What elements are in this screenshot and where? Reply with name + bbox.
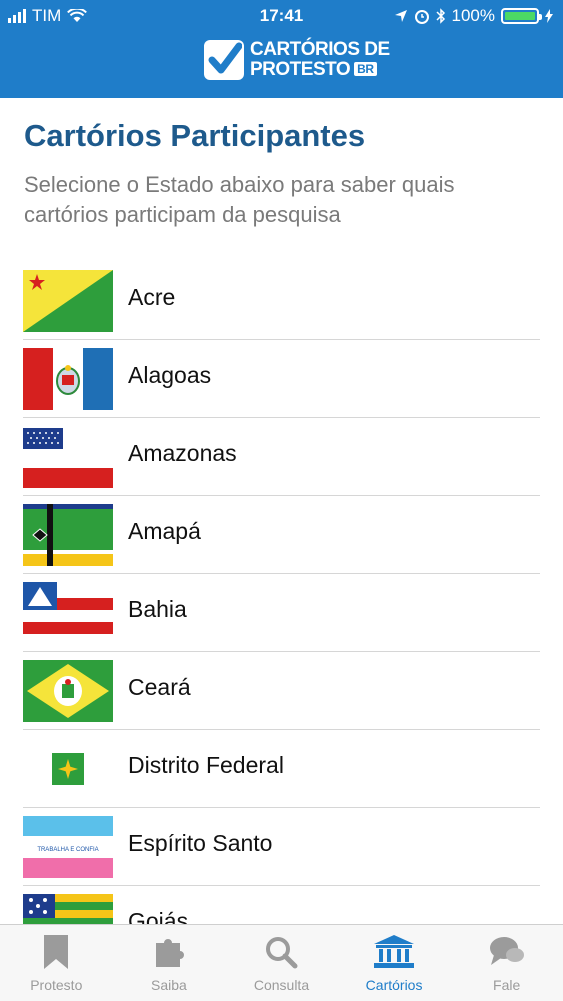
state-name: Distrito Federal [128, 752, 284, 778]
page-title: Cartórios Participantes [24, 118, 366, 153]
logo-line-1: CARTÓRIOS DE [250, 39, 390, 60]
state-name: Acre [128, 284, 176, 310]
charging-icon [545, 9, 553, 23]
bluetooth-icon [435, 8, 445, 24]
list-item-bahia[interactable]: Bahia [0, 574, 563, 652]
list-item-ceara[interactable]: Ceará [0, 652, 563, 730]
tab-protesto[interactable]: Protesto [0, 925, 113, 1001]
building-icon [374, 935, 415, 968]
list-item-acre[interactable]: Acre [0, 262, 563, 340]
state-name: Bahia [128, 596, 187, 622]
state-name: Alagoas [128, 362, 212, 388]
search-icon [266, 937, 298, 969]
tab-label: Consulta [253, 977, 310, 993]
state-name: Amazonas [128, 440, 237, 466]
battery-percent: 100% [451, 6, 495, 25]
flag-amapa-icon [23, 504, 113, 566]
flag-amazonas-icon [23, 426, 113, 488]
logo-badge: BR [354, 62, 377, 76]
flag-es-icon: TRABALHA E CONFIA [23, 816, 113, 878]
tab-label: Fale [493, 977, 521, 993]
status-right: 100% [394, 6, 553, 26]
list-item-amapa[interactable]: Amapá [0, 496, 563, 574]
flag-alagoas-icon [23, 348, 113, 410]
tab-consulta[interactable]: Consulta [225, 925, 338, 1001]
state-name: Amapá [128, 518, 201, 544]
logo-check-icon [204, 40, 244, 80]
state-name: Espírito Santo [128, 830, 273, 856]
chat-icon [489, 937, 524, 965]
bookmark-icon [44, 935, 69, 969]
puzzle-icon [155, 939, 184, 967]
app-logo: CARTÓRIOS DE PROTESTO BR [204, 40, 390, 80]
list-item-espirito-santo[interactable]: TRABALHA E CONFIA Espírito Santo [0, 808, 563, 886]
flag-acre-icon [23, 270, 113, 332]
flag-df-icon [23, 738, 113, 800]
flag-bahia-icon [23, 582, 113, 644]
list-item-distrito-federal[interactable]: Distrito Federal [0, 730, 563, 808]
list-item-alagoas[interactable]: Alagoas [0, 340, 563, 418]
es-flag-motto: TRABALHA E CONFIA [37, 847, 98, 853]
battery-icon [501, 8, 542, 24]
tab-label: Protesto [30, 977, 83, 993]
state-name: Ceará [128, 674, 191, 700]
flag-ceara-icon [23, 660, 113, 722]
alarm-icon [414, 10, 429, 24]
state-name: Goiás [128, 908, 189, 924]
tab-cartorios[interactable]: Cartórios [338, 925, 451, 1001]
tab-bar: Protesto Saiba Consulta Cartórios Fale [0, 924, 563, 1001]
logo-line-2-text: PROTESTO [250, 59, 351, 80]
states-list: Acre Alagoas Amazonas Amapá Bahia Ceará … [0, 262, 563, 924]
flag-goias-icon [23, 894, 113, 924]
tab-label: Saiba [150, 977, 187, 993]
list-item-goias[interactable]: Goiás [0, 886, 563, 924]
logo-text: CARTÓRIOS DE PROTESTO BR [250, 40, 390, 80]
tab-label: Cartórios [365, 977, 423, 993]
list-item-amazonas[interactable]: Amazonas [0, 418, 563, 496]
location-icon [394, 10, 407, 22]
tab-fale[interactable]: Fale [450, 925, 563, 1001]
tab-saiba[interactable]: Saiba [113, 925, 226, 1001]
status-bar: TIM 17:41 100% [0, 0, 563, 32]
page-subtitle: Selecione o Estado abaixo para saber qua… [24, 172, 455, 227]
logo-line-2: PROTESTO BR [250, 60, 390, 80]
app-header: CARTÓRIOS DE PROTESTO BR [0, 32, 563, 98]
